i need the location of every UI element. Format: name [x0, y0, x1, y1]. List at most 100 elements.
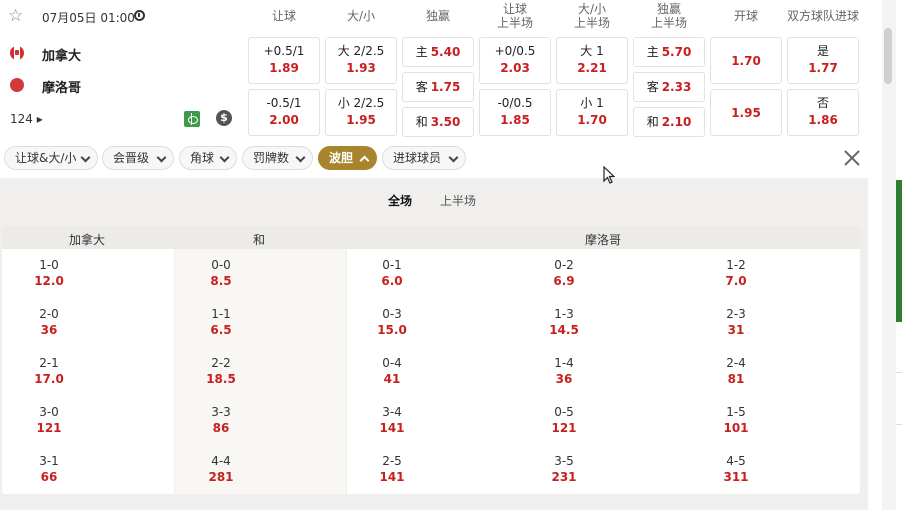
correct-score-cell[interactable]: 0-5 121	[524, 404, 604, 436]
odds-button-overunder_1h[interactable]: 大 1 2.21	[556, 37, 628, 84]
odds-value: 2.33	[661, 80, 692, 94]
odds-button-moneyline[interactable]: 和 3.50	[402, 107, 474, 137]
filter-chip-label: 让球&大/小	[15, 151, 77, 165]
more-markets-link[interactable]: 124 ▸	[10, 112, 43, 126]
scrollbar-thumb[interactable]	[884, 28, 892, 84]
correct-score-cell[interactable]: 3-1 66	[9, 453, 89, 485]
odds-line: 小 2/2.5	[337, 96, 385, 110]
odds-line: 和	[415, 115, 428, 129]
score-odds: 81	[727, 372, 745, 386]
correct-score-cell[interactable]: 1-2 7.0	[696, 257, 776, 289]
odds-button-moneyline_1h[interactable]: 和 2.10	[633, 107, 705, 137]
odds-value: 2.03	[500, 61, 530, 75]
divider	[896, 372, 902, 373]
column-header: 开球	[710, 9, 782, 23]
score-label: 4-4	[211, 454, 231, 468]
favorite-star-icon[interactable]: ☆	[8, 7, 23, 25]
odds-line: -0.5/1	[266, 96, 302, 110]
close-icon[interactable]	[842, 148, 862, 168]
correct-score-cell[interactable]: 0-1 6.0	[352, 257, 432, 289]
canada-flag-icon	[10, 46, 24, 60]
odds-button-kickoff[interactable]: 1.95	[710, 89, 782, 136]
column-header-line1: 大/小	[577, 2, 607, 16]
odds-button-handicap[interactable]: +0.5/1 1.89	[248, 37, 320, 84]
correct-score-cell[interactable]: 3-0 121	[9, 404, 89, 436]
score-label: 0-3	[382, 307, 402, 321]
column-header-line1: 大/小	[346, 9, 376, 23]
filter-chip[interactable]: 会晋级	[102, 146, 174, 170]
correct-score-cell[interactable]: 1-1 6.5	[181, 306, 261, 338]
correct-score-cell[interactable]: 0-2 6.9	[524, 257, 604, 289]
filter-chip[interactable]: 罚牌数	[242, 146, 313, 170]
chevron-down-icon	[80, 152, 91, 163]
odds-line: +0.5/1	[263, 44, 305, 58]
score-odds: 7.0	[725, 274, 747, 288]
clock-icon	[134, 10, 145, 21]
correct-score-cell[interactable]: 3-5 231	[524, 453, 604, 485]
correct-score-cell[interactable]: 3-3 86	[181, 404, 261, 436]
header-draw: 和	[253, 233, 266, 247]
dollar-icon[interactable]: $	[216, 110, 232, 126]
correct-score-cell[interactable]: 1-4 36	[524, 355, 604, 387]
column-header: 独赢 上半场	[633, 2, 705, 30]
pitch-icon[interactable]	[184, 111, 200, 127]
odds-line: 小 1	[580, 96, 604, 110]
odds-value: 3.50	[430, 115, 461, 129]
filter-chip[interactable]: 角球	[179, 146, 237, 170]
correct-score-cell[interactable]: 1-3 14.5	[524, 306, 604, 338]
correct-score-cell[interactable]: 1-5 101	[696, 404, 776, 436]
correct-score-cell[interactable]: 1-0 12.0	[9, 257, 89, 289]
odds-button-moneyline_1h[interactable]: 主 5.70	[633, 37, 705, 67]
correct-score-cell[interactable]: 2-2 18.5	[181, 355, 261, 387]
correct-score-cell[interactable]: 4-4 281	[181, 453, 261, 485]
correct-score-cell[interactable]: 2-0 36	[9, 306, 89, 338]
odds-button-handicap_1h[interactable]: +0/0.5 2.03	[479, 37, 551, 84]
match-datetime: 07月05日 01:00	[42, 11, 135, 25]
odds-line: 大 2/2.5	[337, 44, 385, 58]
correct-score-cell[interactable]: 2-4 81	[696, 355, 776, 387]
divider	[896, 424, 902, 425]
odds-button-overunder_1h[interactable]: 小 1 1.70	[556, 89, 628, 136]
correct-score-cell[interactable]: 0-4 41	[352, 355, 432, 387]
filter-chip-label: 罚牌数	[253, 151, 290, 165]
score-label: 2-2	[211, 356, 231, 370]
score-odds: 281	[208, 470, 234, 484]
correct-score-cell[interactable]: 0-3 15.0	[352, 306, 432, 338]
score-odds: 12.0	[34, 274, 64, 288]
correct-score-panel: 加拿大 和 摩洛哥 1-0 12.0 2-0 36 2-1 17.0 3-0 121 3-1 66…	[2, 226, 860, 494]
filter-chip[interactable]: 波胆	[318, 146, 377, 170]
correct-score-cell[interactable]: 2-1 17.0	[9, 355, 89, 387]
odds-value: 1.70	[577, 113, 607, 127]
odds-value: 5.40	[430, 45, 461, 59]
score-odds: 36	[555, 372, 573, 386]
score-odds: 41	[383, 372, 401, 386]
score-label: 4-5	[726, 454, 746, 468]
tab-first-half[interactable]: 上半场	[440, 192, 476, 209]
correct-score-cell[interactable]: 2-5 141	[352, 453, 432, 485]
correct-score-cell[interactable]: 2-3 31	[696, 306, 776, 338]
filter-chip[interactable]: 进球球员	[382, 146, 466, 170]
odds-button-btts[interactable]: 是 1.77	[787, 37, 859, 84]
odds-line: 大 1	[580, 44, 604, 58]
odds-button-moneyline_1h[interactable]: 客 2.33	[633, 72, 705, 102]
home-team-name: 加拿大	[42, 49, 82, 64]
odds-line: 和	[646, 115, 659, 129]
correct-score-cell[interactable]: 3-4 141	[352, 404, 432, 436]
correct-score-cell[interactable]: 4-5 311	[696, 453, 776, 485]
odds-button-moneyline[interactable]: 主 5.40	[402, 37, 474, 67]
odds-button-overunder[interactable]: 大 2/2.5 1.93	[325, 37, 397, 84]
odds-button-handicap_1h[interactable]: -0/0.5 1.85	[479, 89, 551, 136]
odds-button-btts[interactable]: 否 1.86	[787, 89, 859, 136]
score-label: 3-0	[39, 405, 59, 419]
score-odds: 14.5	[549, 323, 579, 337]
odds-button-handicap[interactable]: -0.5/1 2.00	[248, 89, 320, 136]
filter-chip-label: 波胆	[329, 151, 354, 165]
filter-chip[interactable]: 让球&大/小	[4, 146, 98, 170]
tab-full-time[interactable]: 全场	[388, 192, 412, 209]
period-tabs: 全场 上半场	[0, 190, 868, 210]
correct-score-cell[interactable]: 0-0 8.5	[181, 257, 261, 289]
odds-button-overunder[interactable]: 小 2/2.5 1.95	[325, 89, 397, 136]
odds-button-moneyline[interactable]: 客 1.75	[402, 72, 474, 102]
odds-button-kickoff[interactable]: 1.70	[710, 37, 782, 84]
score-label: 0-0	[211, 258, 231, 272]
